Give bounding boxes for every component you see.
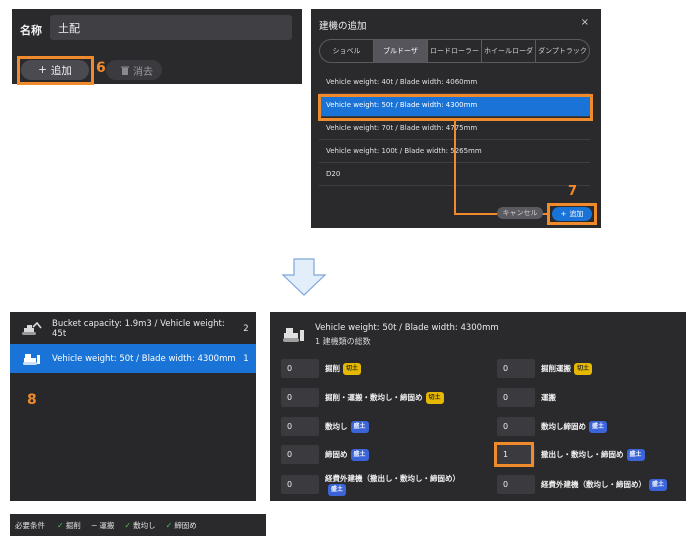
machine-list-panel: Bucket capacity: 1.9m3 / Vehicle weight:… [10, 312, 256, 501]
work-label: 掘削 切土 [325, 362, 362, 375]
work-field: 0 掘削運搬 切土 [497, 359, 593, 378]
requirements-label: 必要条件 [15, 520, 45, 530]
highlight-count-input [494, 442, 534, 467]
tab-dump-truck[interactable]: ダンプトラック [536, 40, 589, 62]
machine-detail-panel: Vehicle weight: 50t / Blade width: 4300m… [270, 312, 686, 501]
excavator-icon [20, 321, 44, 336]
cut-badge: 切土 [343, 362, 362, 375]
step-number-7: 7 [568, 184, 578, 199]
work-count-input[interactable]: 0 [497, 417, 535, 436]
machine-row-count: 1 [243, 353, 249, 364]
cut-badge: 切土 [574, 362, 593, 375]
requirement-item: ✓ 敷均し [124, 520, 156, 530]
trash-icon [121, 66, 129, 75]
step-number-8: 8 [27, 392, 37, 408]
machine-row-count: 2 [243, 323, 249, 334]
work-label: 経費外建機（敷均し・締固め） 盛土 [541, 478, 668, 491]
machine-row-selected[interactable]: Vehicle weight: 50t / Blade width: 4300m… [10, 344, 256, 373]
fill-badge: 盛土 [589, 420, 608, 433]
requirement-item: − 運搬 [90, 520, 115, 530]
close-icon[interactable]: × [581, 17, 589, 28]
machine-type-tabs: ショベル ブルドーザ ロードローラー ホイールローダ ダンプトラック [319, 39, 590, 63]
work-count-input[interactable]: 0 [281, 475, 319, 494]
cut-badge: 切土 [425, 391, 444, 404]
machine-row[interactable]: Bucket capacity: 1.9m3 / Vehicle weight:… [10, 314, 256, 343]
work-count-input[interactable]: 0 [497, 388, 535, 407]
work-field: 0 敷均し締固め 盛土 [497, 417, 608, 436]
tab-road-roller[interactable]: ロードローラー [428, 40, 482, 62]
work-count-input[interactable]: 0 [497, 359, 535, 378]
add-machine-dialog: 建機の追加 × ショベル ブルドーザ ロードローラー ホイールローダ ダンプトラ… [311, 9, 601, 228]
fill-badge: 盛土 [350, 448, 369, 461]
work-field: 0 経費外建機（撒出し・敷均し・締固め）盛土 [281, 474, 475, 496]
down-arrow-icon [281, 258, 327, 296]
name-input[interactable] [50, 15, 292, 40]
step-number-6: 6 [96, 60, 106, 76]
work-count-input[interactable]: 0 [281, 417, 319, 436]
work-label: 経費外建機（撒出し・敷均し・締固め）盛土 [325, 474, 475, 496]
name-form-panel: 名称 + 追加 6 消去 [12, 9, 302, 85]
check-icon: ✓ [57, 520, 64, 530]
work-field: 0 経費外建機（敷均し・締固め） 盛土 [497, 475, 668, 494]
work-field: 0 敷均し 盛土 [281, 417, 369, 436]
bulldozer-icon [280, 326, 306, 348]
fill-badge: 盛土 [350, 420, 369, 433]
requirement-item: ✓ 締固め [165, 520, 197, 530]
highlight-add-button [17, 56, 94, 85]
work-count-input[interactable]: 0 [281, 445, 319, 464]
requirements-bar: 必要条件 ✓ 掘削 − 運搬 ✓ 敷均し ✓ 締固め [10, 514, 266, 536]
delete-button-label: 消去 [133, 66, 153, 78]
fill-badge: 盛土 [626, 448, 645, 461]
work-field: 0 締固め 盛土 [281, 445, 369, 464]
work-label: 敷均し締固め 盛土 [541, 420, 608, 433]
detail-title: Vehicle weight: 50t / Blade width: 4300m… [315, 323, 499, 333]
tab-excavator[interactable]: ショベル [320, 40, 374, 62]
tab-wheel-loader[interactable]: ホイールローダ [482, 40, 536, 62]
requirement-item: ✓ 掘削 [57, 520, 81, 530]
machine-row-label: Vehicle weight: 50t / Blade width: 4300m… [52, 353, 236, 364]
work-count-input[interactable]: 0 [497, 475, 535, 494]
dialog-title: 建機の追加 [319, 21, 367, 32]
work-label: 締固め 盛土 [325, 448, 369, 461]
list-item[interactable]: Vehicle weight: 40t / Blade width: 4060m… [319, 71, 590, 94]
cancel-button[interactable]: キャンセル [497, 207, 543, 219]
work-label: 敷均し 盛土 [325, 420, 369, 433]
work-count-input[interactable]: 0 [281, 388, 319, 407]
name-label: 名称 [20, 24, 42, 37]
dash-icon: − [90, 520, 98, 530]
highlight-dialog-add-button [547, 203, 597, 225]
work-label: 運搬 [541, 392, 556, 402]
detail-subtitle: 1 建機類の総数 [315, 337, 371, 346]
highlight-selected-item [318, 94, 593, 121]
check-icon: ✓ [165, 520, 173, 530]
check-icon: ✓ [124, 520, 132, 530]
work-field: 0 掘削・運搬・敷均し・締固め 切土 [281, 388, 444, 407]
work-label: 撒出し・敷均し・締固め 盛土 [541, 448, 645, 461]
work-count-input[interactable]: 0 [281, 359, 319, 378]
work-field: 0 掘削 切土 [281, 359, 362, 378]
machine-row-label: Bucket capacity: 1.9m3 / Vehicle weight:… [52, 318, 225, 339]
tab-bulldozer[interactable]: ブルドーザ [374, 40, 428, 62]
work-label: 掘削・運搬・敷均し・締固め 切土 [325, 391, 444, 404]
work-label: 掘削運搬 切土 [541, 362, 593, 375]
bulldozer-icon [20, 352, 44, 366]
fill-badge: 盛土 [328, 483, 347, 496]
delete-button[interactable]: 消去 [106, 60, 162, 80]
work-field: 0 運搬 [497, 388, 556, 407]
fill-badge: 盛土 [649, 478, 668, 491]
connector-line [454, 121, 456, 215]
